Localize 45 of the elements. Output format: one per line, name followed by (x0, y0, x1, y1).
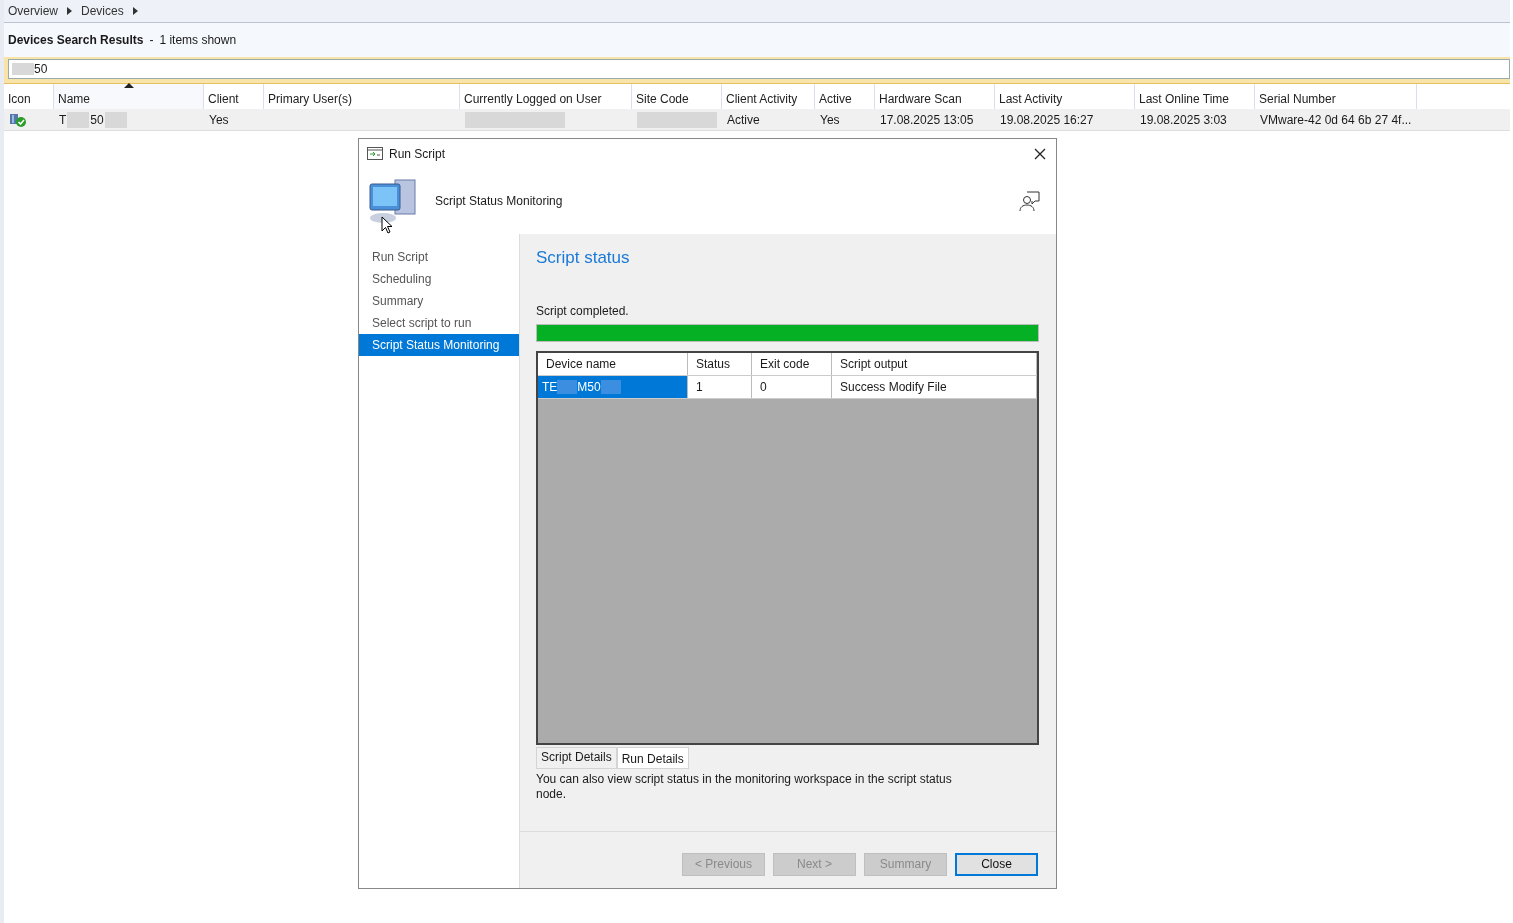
wizard-step[interactable]: Select script to run (359, 312, 519, 334)
wizard-step[interactable]: Script Status Monitoring (359, 334, 519, 356)
items-count: 1 items shown (159, 33, 237, 47)
close-icon[interactable] (1034, 147, 1046, 160)
person-speech-icon[interactable] (1019, 190, 1041, 212)
tab[interactable]: Run Details (616, 747, 689, 769)
column-header[interactable]: Exit code (752, 353, 832, 375)
dialog-header-title: Script Status Monitoring (435, 194, 563, 208)
wizard-step[interactable]: Summary (359, 290, 519, 312)
grid-cell: 1 (688, 376, 752, 398)
breadcrumb-item[interactable]: Overview (8, 4, 58, 18)
info-text: You can also view script status in the monitoring workspace in the script status node. (536, 772, 953, 802)
search-field[interactable]: 50 (8, 59, 1510, 79)
computer-icon (367, 176, 419, 226)
breadcrumb-item[interactable]: Devices (81, 4, 124, 18)
separator-text: - (149, 33, 154, 47)
column-header[interactable]: Script output (832, 353, 1037, 375)
dialog-title: Run Script (389, 146, 446, 161)
redacted-block (12, 63, 34, 75)
grid-cell: Success Modify File (832, 376, 1037, 398)
section-heading: Script status (536, 248, 631, 269)
table-cell: T (59, 112, 67, 127)
grid-cell: TE M50 (538, 376, 688, 398)
column-header[interactable]: Status (688, 353, 752, 375)
window-script-icon (367, 147, 383, 160)
table-cell: Active (727, 112, 760, 127)
results-title: Devices Search Results (8, 33, 144, 47)
chevron-icon[interactable] (67, 7, 72, 15)
table-cell: Yes (820, 112, 840, 127)
table-cell: 19.08.2025 3:03 (1140, 112, 1227, 127)
wizard-step[interactable]: Run Script (359, 246, 519, 268)
device-check-icon (9, 111, 27, 128)
tab[interactable]: Script Details (536, 747, 617, 769)
table-cell: Yes (209, 112, 229, 127)
column-header[interactable]: Name (54, 84, 204, 109)
column-header[interactable]: Device name (538, 353, 688, 375)
table-cell: 17.08.2025 13:05 (880, 112, 974, 127)
grid-cell: 0 (752, 376, 832, 398)
wizard-step[interactable]: Scheduling (359, 268, 519, 290)
table-cell: 19.08.2025 16:27 (1000, 112, 1094, 127)
dialog-button[interactable]: Close (955, 852, 1038, 876)
chevron-icon[interactable] (132, 7, 138, 15)
table-cell: VMware-42 0d 64 6b 27 4f... (1260, 112, 1412, 127)
status-message: Script completed. (536, 304, 630, 320)
table-cell: 50 (90, 112, 104, 127)
